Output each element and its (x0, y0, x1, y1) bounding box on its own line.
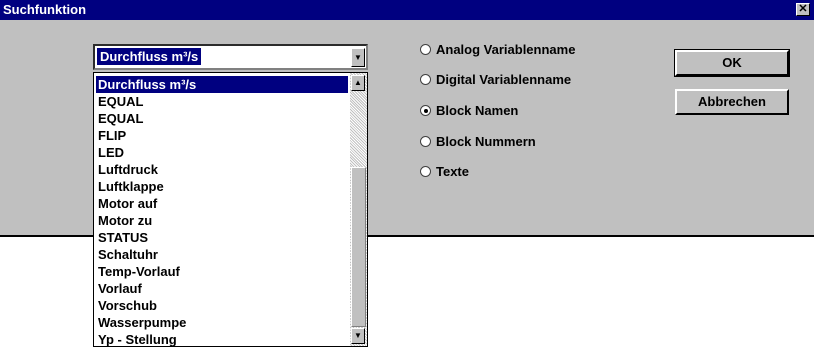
list-item[interactable]: Wasserpumpe (96, 314, 186, 331)
arrow-down-icon[interactable]: ▼ (351, 328, 365, 344)
close-icon[interactable]: ✕ (796, 3, 810, 16)
radio-circle-icon (420, 136, 431, 147)
list-item[interactable]: Temp-Vorlauf (96, 263, 180, 280)
dropdown-list[interactable]: Durchfluss m³/s EQUAL EQUAL FLIP LED Luf… (93, 72, 368, 347)
chevron-down-icon[interactable]: ▼ (351, 48, 365, 67)
list-item[interactable]: Yp - Stellung (96, 331, 177, 346)
list-item[interactable]: Vorschub (96, 297, 157, 314)
list-item[interactable]: STATUS (96, 229, 148, 246)
option-label: Texte (436, 164, 469, 179)
search-combobox[interactable]: Durchfluss m³/s ▼ (93, 44, 368, 70)
radio-selected-dot-icon (424, 109, 428, 113)
list-item[interactable]: EQUAL (96, 110, 144, 127)
list-item[interactable]: Durchfluss m³/s (96, 76, 348, 93)
list-item[interactable]: LED (96, 144, 124, 161)
option-label: Block Namen (436, 103, 519, 118)
radio-circle-icon (420, 166, 431, 177)
list-item[interactable]: Luftklappe (96, 178, 164, 195)
radio-circle-icon (420, 105, 431, 116)
arrow-up-icon[interactable]: ▲ (351, 75, 365, 91)
list-item[interactable]: Luftdruck (96, 161, 158, 178)
scroll-thumb[interactable] (351, 167, 366, 327)
list-item[interactable]: EQUAL (96, 93, 144, 110)
option-label: Analog Variablenname (436, 42, 576, 57)
list-item[interactable]: Schaltuhr (96, 246, 158, 263)
vertical-scrollbar[interactable]: ▲ ▼ (350, 73, 367, 346)
combo-value: Durchfluss m³/s (95, 47, 203, 66)
radio-circle-icon (420, 44, 431, 55)
list-item[interactable]: Vorlauf (96, 280, 142, 297)
option-label: Block Nummern (436, 134, 536, 149)
option-label: Digital Variablenname (436, 72, 572, 87)
window-title: Suchfunktion (3, 2, 87, 17)
radio-circle-icon (420, 74, 431, 85)
ok-button[interactable]: OK (674, 49, 790, 77)
title-bar: Suchfunktion ✕ (0, 0, 814, 20)
list-item[interactable]: Motor auf (96, 195, 157, 212)
cancel-button[interactable]: Abbrechen (675, 89, 789, 115)
list-item[interactable]: FLIP (96, 127, 126, 144)
list-item[interactable]: Motor zu (96, 212, 152, 229)
